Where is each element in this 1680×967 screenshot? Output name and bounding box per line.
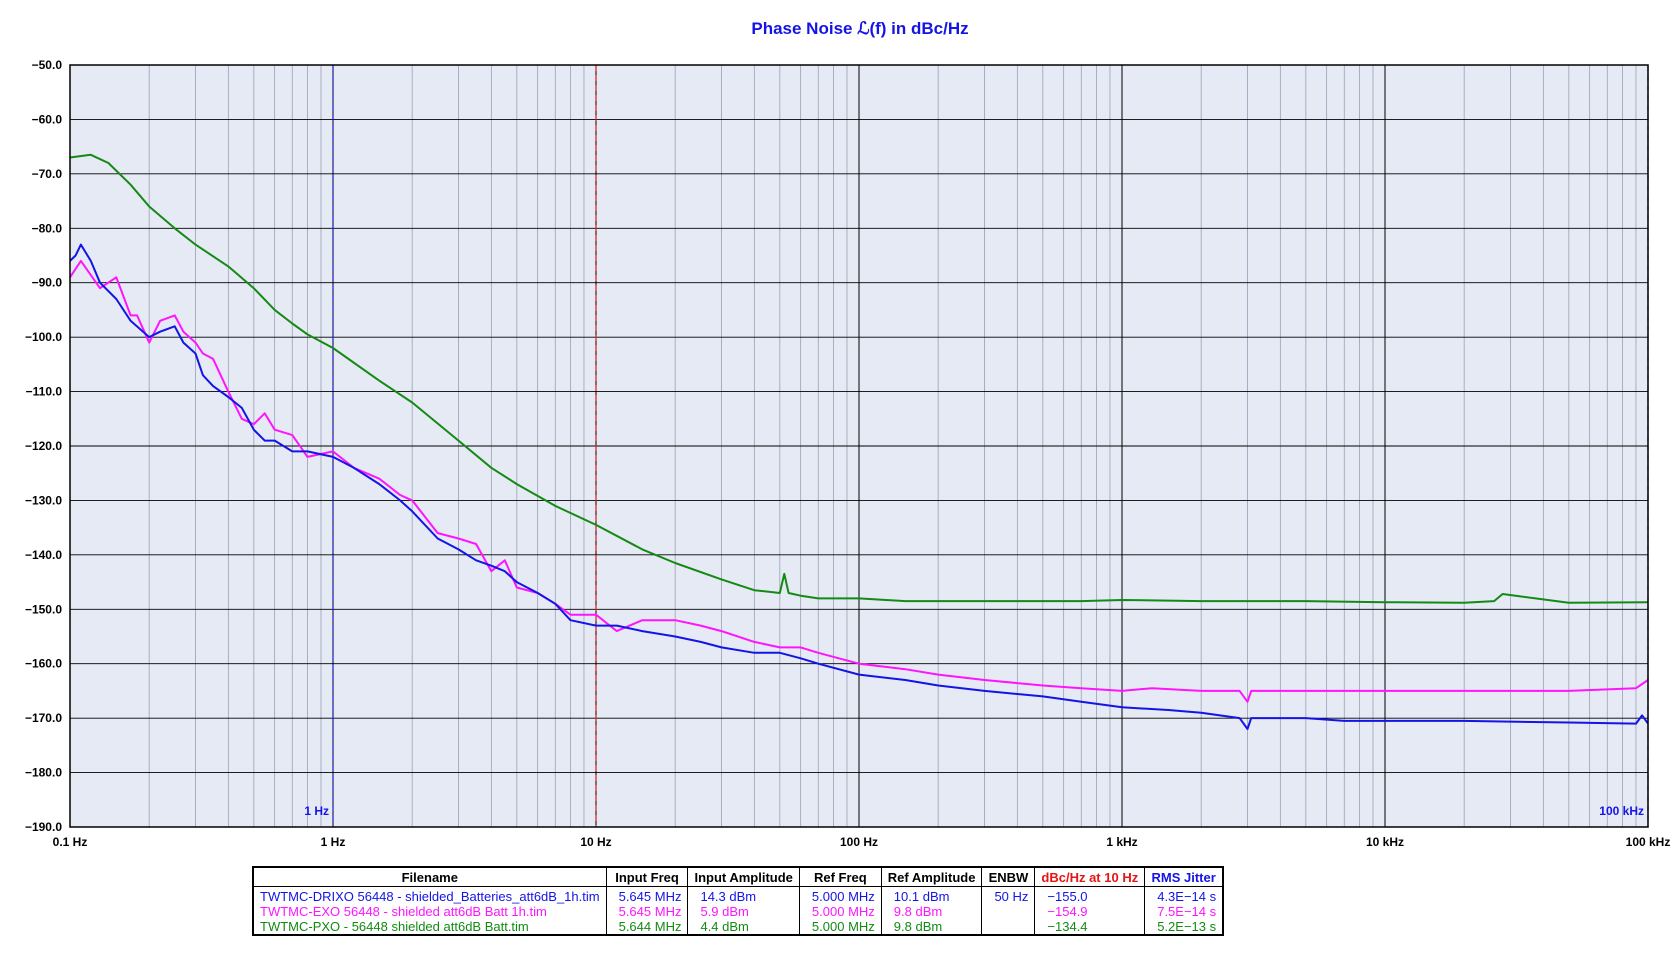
table-row: TWTMC-PXO - 56448 shielded att6dB Batt.t… [252, 919, 1224, 935]
y-tick-label: −170.0 [25, 711, 62, 725]
table-column-header: Ref Amplitude [880, 866, 983, 887]
table-cell [981, 904, 1035, 919]
table-cell: 5.645 MHz [605, 886, 688, 904]
table-cell: 7.5E−14 s [1144, 904, 1224, 919]
x-tick-label: 0.1 Hz [53, 835, 88, 849]
y-tick-label: −160.0 [25, 657, 62, 671]
y-tick-label: −50.0 [32, 58, 63, 72]
y-tick-label: −130.0 [25, 493, 62, 507]
y-tick-label: −140.0 [25, 548, 62, 562]
table-cell [981, 919, 1035, 935]
table-row: TWTMC-DRIXO 56448 - shielded_Batteries_a… [252, 886, 1224, 904]
table-cell: TWTMC-EXO 56448 - shielded att6dB Batt 1… [252, 904, 607, 919]
y-tick-label: −150.0 [25, 602, 62, 616]
y-tick-label: −110.0 [26, 385, 63, 399]
table-column-header: ENBW [981, 866, 1036, 887]
x-tick-label: 10 Hz [580, 835, 611, 849]
y-tick-label: −100.0 [25, 330, 62, 344]
table-body: TWTMC-DRIXO 56448 - shielded_Batteries_a… [252, 886, 1224, 935]
table-column-header: dBc/Hz at 10 Hz [1034, 866, 1146, 887]
y-tick-label: −90.0 [32, 276, 63, 290]
y-tick-label: −180.0 [25, 766, 62, 780]
table-cell: 5.2E−13 s [1144, 919, 1224, 935]
table-cell: 5.000 MHz [798, 886, 882, 904]
table-cell: 4.4 dBm [687, 919, 800, 935]
table-cell: 10.1 dBm [880, 886, 982, 904]
table-cell: 9.8 dBm [880, 904, 982, 919]
x-tick-label: 10 kHz [1366, 835, 1404, 849]
table-cell: 5.644 MHz [605, 919, 688, 935]
measurement-table: Filename Input Freq Input Amplitude Ref Fre… [252, 866, 1225, 936]
x-tick-label: 100 Hz [840, 835, 878, 849]
table-cell: 9.8 dBm [880, 919, 982, 935]
y-tick-label: −190.0 [25, 820, 62, 834]
table-column-header: RMS Jitter [1144, 866, 1224, 887]
x-tick-label: 1 Hz [321, 835, 346, 849]
table-cell: −134.4 [1034, 919, 1145, 935]
table-cell: 14.3 dBm [687, 886, 800, 904]
table-cell: 50 Hz [981, 886, 1035, 904]
y-tick-label: −60.0 [32, 112, 63, 126]
x-tick-label: 100 kHz [1626, 835, 1671, 849]
table-cell: TWTMC-DRIXO 56448 - shielded_Batteries_a… [252, 886, 607, 904]
table-row: TWTMC-EXO 56448 - shielded att6dB Batt 1… [252, 904, 1224, 919]
marker-label: 1 Hz [304, 804, 329, 818]
table-column-header: Input Amplitude [687, 866, 800, 887]
y-tick-label: −80.0 [32, 221, 63, 235]
table-column-header: Ref Freq [798, 866, 882, 887]
table-column-header: Filename [252, 866, 607, 887]
marker-label: 100 kHz [1599, 804, 1644, 818]
table-cell: TWTMC-PXO - 56448 shielded att6dB Batt.t… [252, 919, 607, 935]
table-cell: 5.9 dBm [687, 904, 800, 919]
table-column-header: Input Freq [605, 866, 689, 887]
x-tick-label: 1 kHz [1106, 835, 1137, 849]
y-tick-label: −70.0 [32, 167, 63, 181]
table-cell: −154.9 [1034, 904, 1145, 919]
y-tick-label: −120.0 [25, 439, 62, 453]
table-cell: 4.3E−14 s [1144, 886, 1224, 904]
chart-title: Phase Noise ℒ(f) in dBc/Hz [751, 19, 968, 38]
table-cell: 5.645 MHz [605, 904, 688, 919]
table-header-row: Filename Input Freq Input Amplitude Ref Fre… [252, 866, 1224, 887]
phase-noise-chart: Phase Noise ℒ(f) in dBc/Hz 1 Hz 100 kHz −… [25, 19, 1671, 849]
table-cell: −155.0 [1034, 886, 1145, 904]
table-cell: 5.000 MHz [798, 904, 882, 919]
table-cell: 5.000 MHz [798, 919, 882, 935]
